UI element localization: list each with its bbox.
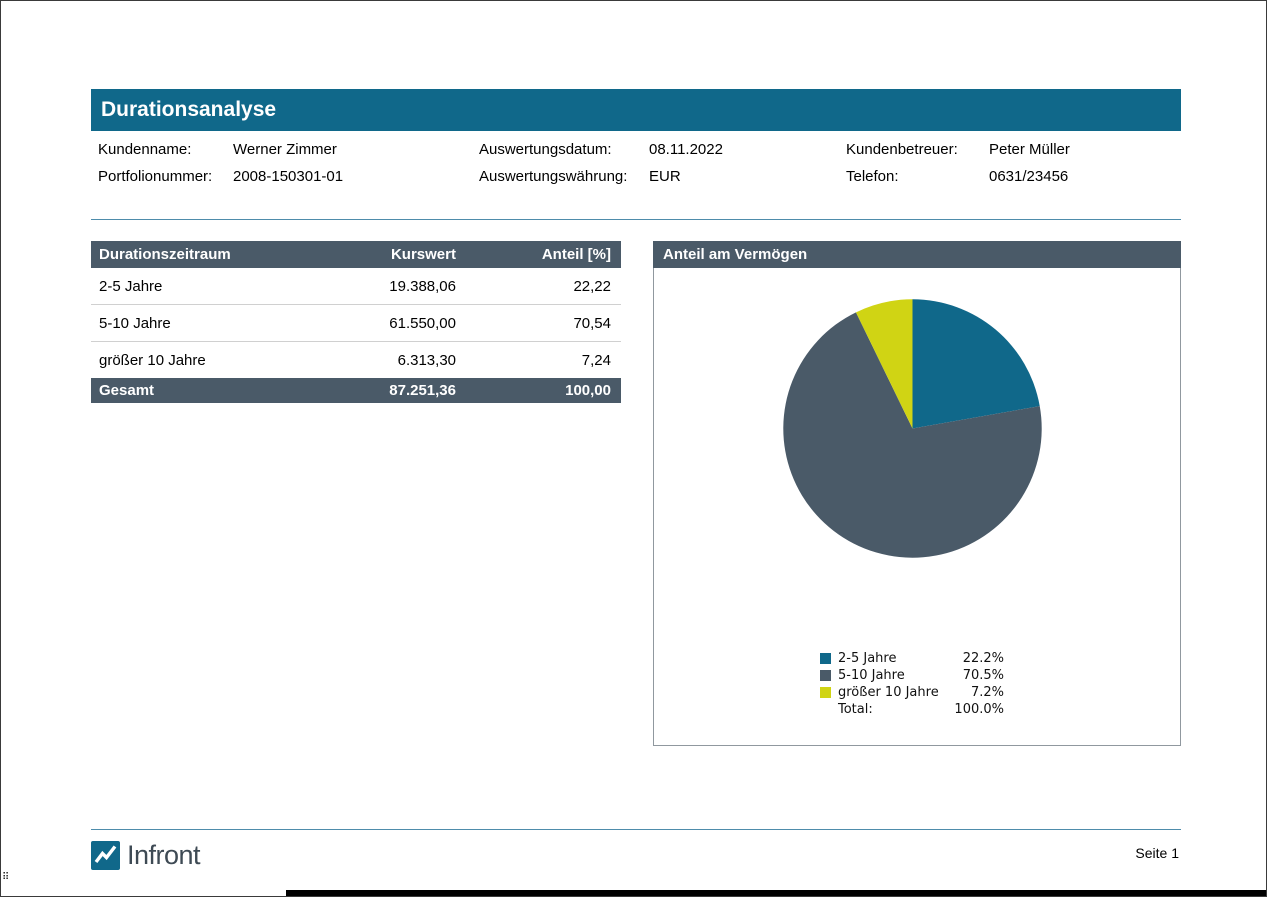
infront-logo: Infront [91, 840, 200, 871]
chart-panel-title: Anteil am Vermögen [663, 246, 807, 263]
field-label-portfolionummer: Portfolionummer: [98, 168, 212, 185]
table-total-cell: 100,00 [458, 378, 621, 403]
table-row: größer 10 Jahre 6.313,30 7,24 [91, 342, 621, 379]
legend-swatch [820, 687, 831, 698]
table-cell: 7,24 [458, 342, 621, 379]
field-value-portfolionummer: 2008-150301-01 [233, 168, 343, 185]
legend-label: 5-10 Jahre [838, 668, 954, 683]
legend-percent: 70.5% [954, 668, 1004, 683]
legend-swatch [820, 653, 831, 664]
report-page: Durationsanalyse Kundenname: Werner Zimm… [0, 0, 1267, 897]
chart-legend: 2-5 Jahre22.2%5-10 Jahre70.5%größer 10 J… [820, 650, 1004, 718]
table-total-cell: 87.251,36 [306, 378, 458, 403]
field-value-kundenbetreuer: Peter Müller [989, 141, 1070, 158]
field-label-auswertungswaehrung: Auswertungswährung: [479, 168, 627, 185]
table-row: 2-5 Jahre 19.388,06 22,22 [91, 268, 621, 305]
table-total-cell: Gesamt [91, 378, 306, 403]
table-header-row: Durationszeitraum Kurswert Anteil [%] [91, 241, 621, 268]
legend-percent: 7.2% [954, 685, 1004, 700]
chart-area: 2-5 Jahre22.2%5-10 Jahre70.5%größer 10 J… [653, 268, 1181, 746]
legend-item: größer 10 Jahre7.2% [820, 684, 1004, 701]
pie-chart [782, 298, 1043, 559]
bottom-edge-bar [286, 890, 1266, 896]
table-cell: 5-10 Jahre [91, 305, 306, 342]
table-cell: 61.550,00 [306, 305, 458, 342]
divider-line-top [91, 219, 1181, 220]
table-cell: 2-5 Jahre [91, 268, 306, 305]
legend-item: 5-10 Jahre70.5% [820, 667, 1004, 684]
legend-percent: 22.2% [954, 651, 1004, 666]
col-header-durationszeitraum: Durationszeitraum [91, 241, 306, 268]
legend-percent: 100.0% [954, 702, 1004, 717]
table-cell: 70,54 [458, 305, 621, 342]
divider-line-bottom [91, 829, 1181, 830]
table-cell: größer 10 Jahre [91, 342, 306, 379]
table-cell: 19.388,06 [306, 268, 458, 305]
table-row: 5-10 Jahre 61.550,00 70,54 [91, 305, 621, 342]
legend-swatch [820, 670, 831, 681]
infront-logo-text: Infront [127, 840, 200, 871]
field-value-auswertungsdatum: 08.11.2022 [649, 141, 723, 158]
page-number: Seite 1 [1135, 845, 1179, 861]
table-cell: 6.313,30 [306, 342, 458, 379]
col-header-kurswert: Kurswert [306, 241, 458, 268]
infront-logo-icon [91, 841, 120, 870]
pie-slice [913, 299, 1040, 428]
field-value-auswertungswaehrung: EUR [649, 168, 681, 185]
report-title-bar: Durationsanalyse [91, 89, 1181, 131]
field-value-kundenname: Werner Zimmer [233, 141, 337, 158]
duration-table: Durationszeitraum Kurswert Anteil [%] 2-… [91, 241, 621, 403]
grip-dots-icon: ⠿ [2, 873, 9, 883]
chart-panel: Anteil am Vermögen 2-5 Jahre22.2%5-10 Ja… [653, 241, 1181, 746]
chart-panel-header: Anteil am Vermögen [653, 241, 1181, 268]
col-header-anteil: Anteil [%] [458, 241, 621, 268]
field-value-telefon: 0631/23456 [989, 168, 1068, 185]
legend-item: 2-5 Jahre22.2% [820, 650, 1004, 667]
field-label-kundenbetreuer: Kundenbetreuer: [846, 141, 958, 158]
table-cell: 22,22 [458, 268, 621, 305]
legend-label: 2-5 Jahre [838, 651, 954, 666]
legend-item: Total:100.0% [820, 701, 1004, 718]
page-title: Durationsanalyse [101, 98, 276, 122]
legend-label: Total: [838, 702, 954, 717]
field-label-kundenname: Kundenname: [98, 141, 191, 158]
table-total-row: Gesamt 87.251,36 100,00 [91, 378, 621, 403]
legend-label: größer 10 Jahre [838, 685, 954, 700]
field-label-telefon: Telefon: [846, 168, 899, 185]
field-label-auswertungsdatum: Auswertungsdatum: [479, 141, 612, 158]
